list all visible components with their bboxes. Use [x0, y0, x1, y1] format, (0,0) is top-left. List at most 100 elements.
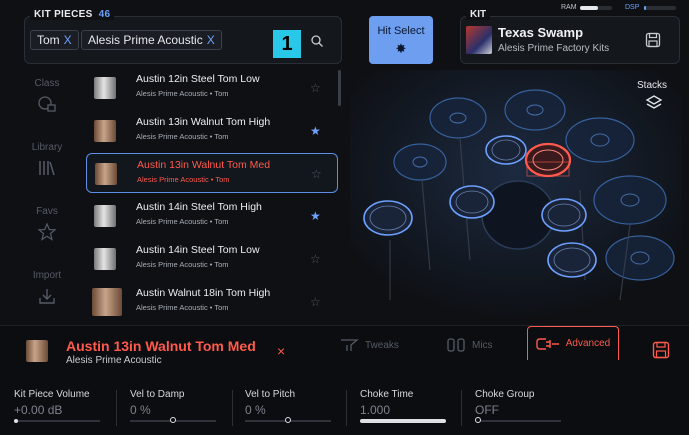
cymbal-pad [393, 143, 447, 181]
tab-tweaks[interactable]: Tweaks [339, 330, 399, 360]
divider [232, 390, 233, 426]
list-item[interactable]: Austin 14in Steel Tom Low Alesis Prime A… [86, 239, 338, 279]
tweaks-icon [341, 339, 359, 351]
sidebar-item-label: Favs [36, 206, 58, 217]
param-slider-fill [14, 419, 18, 423]
param-slider-knob[interactable] [285, 417, 291, 423]
sidebar-item-class[interactable]: Class [22, 78, 72, 113]
filter-chip-label: Alesis Prime Acoustic [88, 33, 203, 47]
param-slider[interactable] [360, 419, 446, 423]
param-slider-fill [360, 419, 446, 423]
list-item[interactable]: Austin 14in Steel Tom High Alesis Prime … [86, 196, 338, 236]
item-name: Austin 14in Steel Tom High [136, 201, 262, 213]
drum-thumbnail [94, 248, 116, 270]
param-label: Choke Time [360, 389, 414, 400]
dsp-label: DSP [625, 4, 640, 11]
class-icon [38, 96, 56, 112]
tab-mics[interactable]: Mics [446, 330, 493, 360]
drum-thumbnail [94, 77, 116, 99]
stacks-icon[interactable] [645, 94, 663, 112]
item-name: Austin Walnut 18in Tom High [136, 287, 271, 299]
item-subtitle: Alesis Prime Acoustic • Tom [136, 303, 229, 312]
kit-name: Texas Swamp [498, 25, 584, 40]
item-subtitle: Alesis Prime Acoustic • Tom [137, 175, 230, 184]
tab-label: Mics [472, 339, 493, 351]
drum-thumbnail [94, 120, 116, 142]
star-icon[interactable]: ☆ [310, 81, 321, 95]
dsp-meter-fill [644, 6, 646, 10]
star-icon[interactable]: ★ [310, 124, 321, 138]
star-icon[interactable]: ★ [310, 209, 321, 223]
param-slider-knob[interactable] [475, 417, 481, 423]
kit-subtitle: Alesis Prime Factory Kits [498, 43, 610, 54]
param-slider[interactable] [14, 419, 100, 423]
param-label: Vel to Pitch [245, 389, 296, 400]
item-subtitle: Alesis Prime Acoustic • Tom [136, 132, 229, 141]
star-icon [37, 223, 57, 241]
divider [461, 390, 462, 426]
param-slider[interactable] [475, 417, 561, 423]
hit-select-icon: ✸ [395, 41, 407, 56]
save-icon[interactable] [645, 32, 661, 48]
sidebar-item-label: Class [34, 78, 60, 89]
item-name: Austin 13in Walnut Tom High [136, 116, 271, 128]
item-subtitle: Alesis Prime Acoustic • Tom [136, 89, 229, 98]
drum-kit-view[interactable] [350, 70, 682, 320]
cymbal-pad [504, 89, 566, 131]
selected-piece-name: Austin 13in Walnut Tom Med [66, 338, 256, 354]
list-scrollbar[interactable] [338, 70, 341, 106]
param-value[interactable]: +0.00 dB [14, 403, 62, 417]
list-item[interactable]: Austin 12in Steel Tom Low Alesis Prime A… [86, 68, 338, 108]
star-icon[interactable]: ☆ [310, 295, 321, 309]
param-slider[interactable] [130, 417, 216, 423]
sidebar-item-favs[interactable]: Favs [22, 206, 72, 241]
item-name: Austin 14in Steel Tom Low [136, 244, 260, 256]
item-name: Austin 13in Walnut Tom Med [137, 159, 271, 171]
param-label: Choke Group [475, 389, 535, 400]
filter-chip-label: Tom [37, 33, 60, 47]
tab-advanced[interactable]: Advanced [527, 326, 619, 360]
cymbal-pad [593, 175, 667, 225]
close-icon[interactable]: × [277, 343, 285, 359]
list-item-selected[interactable]: Austin 13in Walnut Tom Med Alesis Prime … [86, 153, 338, 193]
stacks-label[interactable]: Stacks [637, 80, 667, 91]
drum-thumbnail [94, 205, 116, 227]
kit-title: KIT [466, 9, 491, 20]
selected-piece-thumbnail [26, 340, 48, 362]
hit-select-label: Hit Select [377, 25, 425, 37]
dsp-meter [644, 6, 676, 10]
param-value[interactable]: 1.000 [360, 403, 390, 417]
sidebar-item-import[interactable]: Import [22, 270, 72, 305]
selected-piece-subtitle: Alesis Prime Acoustic [66, 355, 162, 366]
list-item[interactable]: Austin Walnut 18in Tom High Alesis Prime… [86, 282, 338, 322]
drum-thumbnail [92, 288, 122, 316]
sidebar-item-label: Import [32, 270, 62, 281]
save-icon[interactable] [652, 341, 670, 359]
star-icon[interactable]: ☆ [310, 252, 321, 266]
mics-icon [447, 338, 465, 352]
divider [116, 390, 117, 426]
param-slider[interactable] [245, 417, 331, 423]
list-item[interactable]: Austin 13in Walnut Tom High Alesis Prime… [86, 111, 338, 151]
item-subtitle: Alesis Prime Acoustic • Tom [136, 217, 229, 226]
kit-pieces-title: KIT PIECES 46 [30, 9, 115, 20]
hit-select-button[interactable]: Hit Select ✸ [369, 16, 433, 64]
filter-chip-tom[interactable]: Tom X [30, 30, 79, 50]
remove-filter-icon[interactable]: X [64, 33, 72, 47]
sidebar-item-library[interactable]: Library [22, 142, 72, 177]
param-label: Kit Piece Volume [14, 389, 90, 400]
cymbal-pad [429, 97, 487, 139]
param-value[interactable]: OFF [475, 403, 499, 417]
param-slider-knob[interactable] [170, 417, 176, 423]
cymbal-pad [605, 235, 675, 281]
filter-chip-alesis[interactable]: Alesis Prime Acoustic X [81, 30, 222, 50]
advanced-icon [536, 337, 559, 350]
param-value[interactable]: 0 % [245, 403, 266, 417]
kit-thumbnail [466, 26, 492, 54]
remove-filter-icon[interactable]: X [207, 33, 215, 47]
kit-pieces-count: 46 [98, 9, 111, 20]
search-icon[interactable] [310, 34, 324, 48]
drum-thumbnail [95, 163, 117, 185]
param-value[interactable]: 0 % [130, 403, 151, 417]
star-icon[interactable]: ☆ [311, 167, 322, 181]
